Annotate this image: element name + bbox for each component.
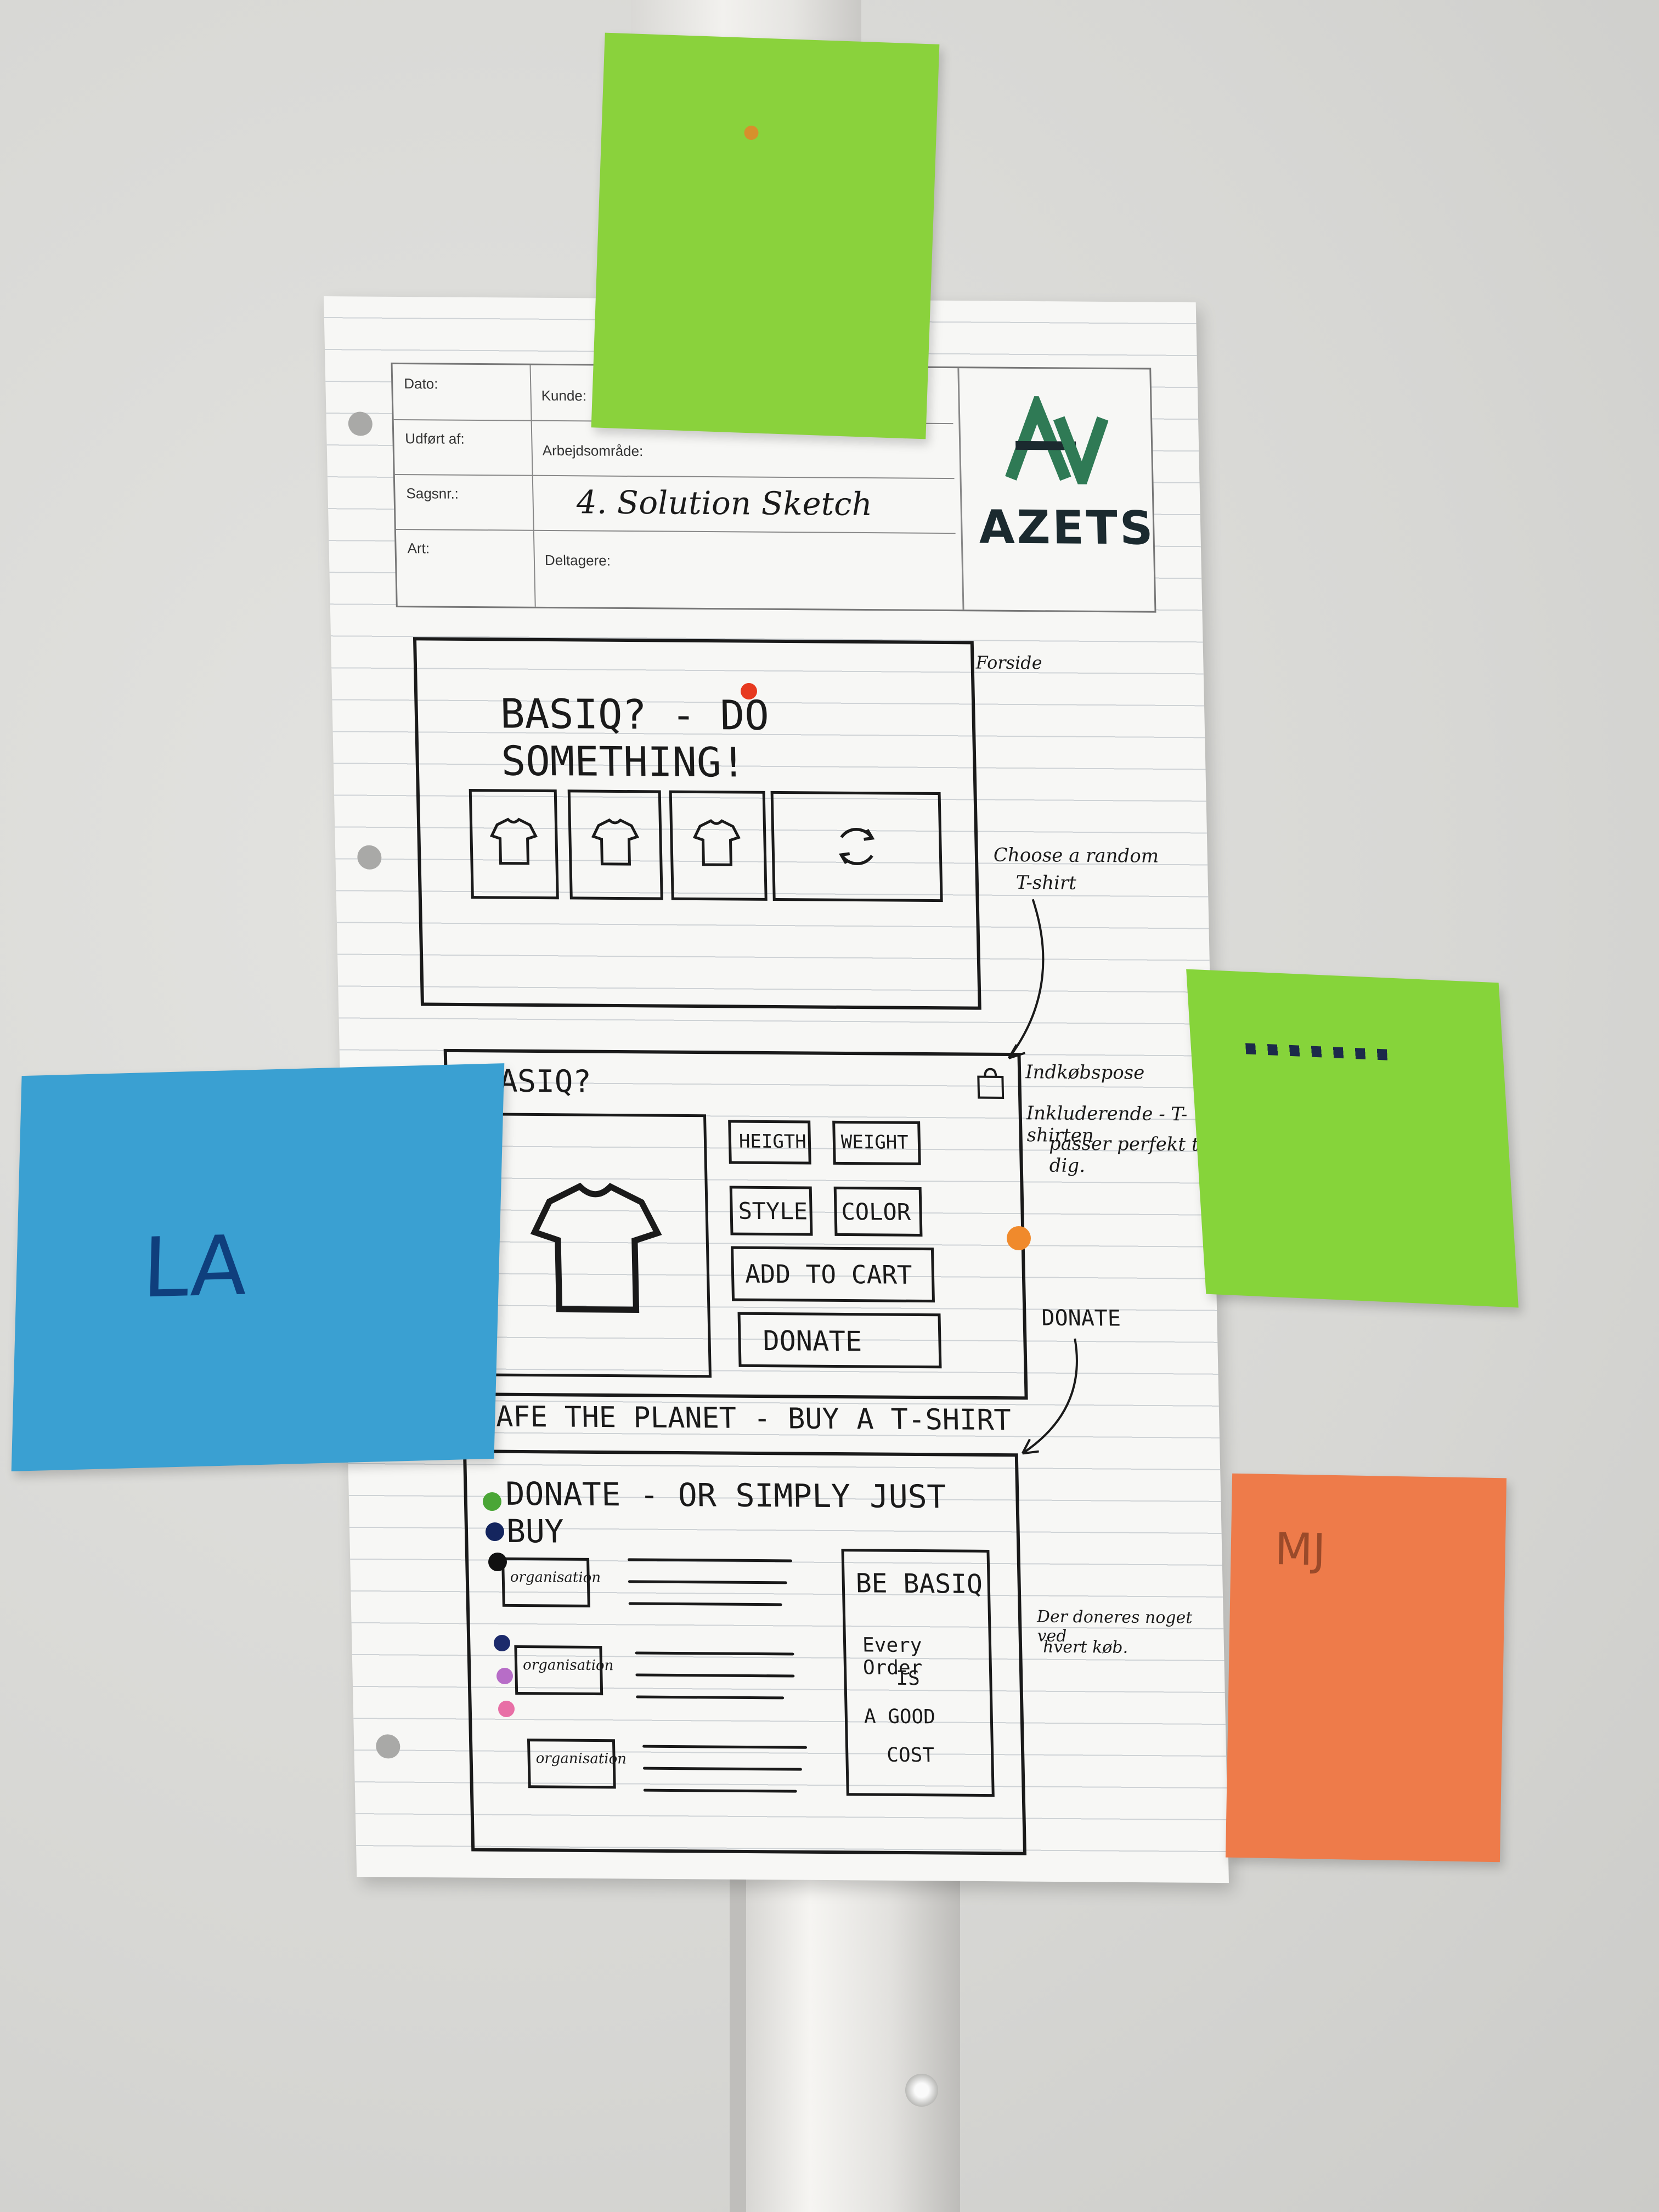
weight-button[interactable]: WEIGHT xyxy=(832,1120,921,1165)
arrow-to-donate xyxy=(1021,1338,1078,1455)
shopping-bag-icon xyxy=(977,1068,1005,1099)
dot-sticker xyxy=(496,1668,513,1684)
dot-sticker xyxy=(741,683,757,699)
tshirt-icon xyxy=(692,819,741,866)
text-placeholder-line xyxy=(643,1788,797,1793)
sticky-note-orange: MJ xyxy=(1225,1473,1507,1863)
style-button[interactable]: STYLE xyxy=(729,1186,813,1236)
wall-rail-bottom xyxy=(730,1843,960,2212)
text-placeholder-line xyxy=(642,1745,808,1749)
add-to-cart-button[interactable]: ADD TO CART xyxy=(730,1246,935,1303)
be-basiq-line4: COST xyxy=(886,1743,935,1767)
frontpage-annotation-line2: T-shirt xyxy=(1015,872,1077,894)
rail-screw xyxy=(905,2074,938,2107)
label-kunde: Kunde: xyxy=(541,387,587,404)
azets-logo: AZETS xyxy=(957,368,1156,611)
label-art: Art: xyxy=(407,540,430,557)
be-basiq-title: BE BASIQ xyxy=(855,1568,983,1600)
azets-logo-mark xyxy=(1005,396,1109,485)
label-sagsnr: Sagsnr.: xyxy=(406,485,459,502)
tshirt-icon xyxy=(489,817,538,865)
product-annotation-inclusive-line2: passer perfekt til dig. xyxy=(1048,1132,1211,1177)
dot-sticker-row xyxy=(1245,1043,1389,1060)
donate-button[interactable]: DONATE xyxy=(737,1312,942,1369)
sketch-title: 4. Solution Sketch xyxy=(575,483,873,523)
organisation-tile[interactable]: organisation xyxy=(501,1557,601,1607)
text-placeholder-line xyxy=(628,1580,787,1584)
product-footer-tagline: SAFE THE PLANET - BUY A T-SHIRT xyxy=(478,1400,1012,1437)
be-basiq-line3: A GOOD xyxy=(864,1705,936,1729)
product-sketch: BASIQ? HEIGTH WEIGHT STYLE COLOR ADD TO … xyxy=(443,1048,1028,1400)
tshirt-tile xyxy=(469,789,559,900)
label-deltagere: Deltagere: xyxy=(544,551,611,569)
frontpage-heading: BASIQ? - DO SOMETHING! xyxy=(499,690,770,787)
frontpage-annotation-line1: Choose a random xyxy=(993,844,1159,867)
height-button[interactable]: HEIGTH xyxy=(728,1120,811,1165)
sticky-note-green xyxy=(1186,969,1519,1308)
tshirt-icon xyxy=(591,818,639,866)
donate-sketch: DONATE - OR SIMPLY JUST BUY organisation… xyxy=(462,1449,1027,1855)
frontpage-sketch: BASIQ? - DO SOMETHING! xyxy=(413,637,981,1010)
donate-arrow-label: DONATE xyxy=(1041,1305,1121,1331)
label-udfort: Udført af: xyxy=(405,430,465,447)
text-placeholder-line xyxy=(642,1767,802,1771)
text-placeholder-line xyxy=(627,1558,793,1562)
be-basiq-card: BE BASIQ Every Order IS A GOOD COST xyxy=(841,1549,995,1797)
sticky-note-blue: LA xyxy=(11,1063,505,1471)
product-annotation-bag: Indkøbspose xyxy=(1025,1061,1145,1084)
punch-hole xyxy=(348,411,373,436)
punch-hole xyxy=(357,845,382,870)
shuffle-tile xyxy=(770,791,943,902)
tshirt-tile xyxy=(669,790,768,901)
tshirt-tile xyxy=(567,789,663,900)
dot-sticker xyxy=(483,1492,501,1511)
sticky-note-green xyxy=(591,32,940,439)
color-button[interactable]: COLOR xyxy=(833,1186,923,1237)
tshirt-icon xyxy=(530,1182,662,1313)
text-placeholder-line xyxy=(635,1673,795,1678)
sticky-note-initials: LA xyxy=(141,1218,248,1317)
dot-sticker xyxy=(1007,1226,1031,1250)
be-basiq-line1: Every Order xyxy=(862,1634,923,1680)
dot-sticker xyxy=(498,1701,515,1717)
text-placeholder-line xyxy=(628,1602,782,1606)
donate-heading: DONATE - OR SIMPLY JUST BUY xyxy=(505,1475,947,1550)
product-image xyxy=(481,1113,712,1378)
label-arbejdsomrade: Arbejdsområde: xyxy=(542,442,644,460)
punch-hole xyxy=(375,1734,400,1759)
donate-annotation-line2: hvert køb. xyxy=(1042,1637,1128,1657)
frontpage-side-label: Forside xyxy=(975,652,1043,674)
dot-sticker xyxy=(486,1522,504,1541)
dot-sticker xyxy=(494,1635,510,1651)
label-dato: Dato: xyxy=(403,375,438,392)
organisation-tile[interactable]: organisation xyxy=(514,1645,614,1696)
organisation-tile[interactable]: organisation xyxy=(527,1739,627,1789)
azets-logo-text: AZETS xyxy=(978,500,1156,555)
text-placeholder-line xyxy=(635,1651,794,1656)
be-basiq-line2: IS xyxy=(895,1667,921,1690)
arrow-to-product xyxy=(1007,899,1045,1059)
dot-sticker xyxy=(744,125,759,140)
refresh-icon xyxy=(838,827,875,866)
dot-sticker xyxy=(488,1553,507,1571)
sticky-note-initials: MJ xyxy=(1274,1523,1327,1576)
text-placeholder-line xyxy=(636,1695,785,1700)
